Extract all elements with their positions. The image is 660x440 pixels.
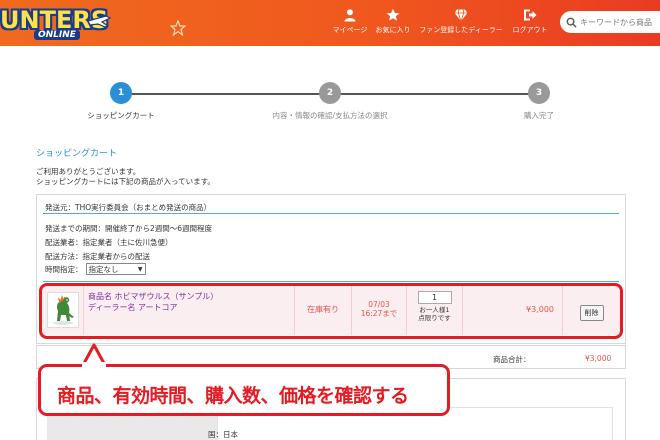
chevron-down-icon: ▼	[137, 265, 143, 273]
nav-favorites[interactable]: お気に入り	[371, 8, 415, 35]
intro-line-2: ショッピングカートには下記の商品が入っています。	[36, 177, 215, 186]
country-text: 国：日本	[208, 430, 238, 439]
nav-logout-label: ログアウト	[512, 26, 548, 34]
nav-mypage-label: マイページ	[332, 26, 368, 34]
shipping-divider	[43, 213, 619, 214]
star-icon	[386, 8, 400, 21]
logo-subtext: ONLINE	[34, 30, 80, 40]
search-input[interactable]	[580, 17, 660, 27]
search-icon	[566, 17, 577, 28]
shipping-time-row: 時間指定： 指定なし ▼	[45, 263, 146, 275]
callout-box: 商品、有効時間、購入数、価格を確認する	[38, 364, 450, 416]
shipping-carrier: 配送業者：指定業者（主に佐川急便）	[45, 238, 173, 247]
step-3-label: 購入完了	[524, 111, 554, 120]
shipping-origin: 発送元：THO実行委員会（おまとめ発送の商品）	[45, 203, 212, 212]
airplane-icon	[87, 15, 112, 28]
logout-icon	[524, 9, 537, 21]
nav-logout[interactable]: ログアウト	[505, 8, 555, 35]
nav-mypage[interactable]: マイページ	[330, 8, 370, 35]
step-1-circle: 1	[110, 82, 132, 104]
intro-line-1: ご利用ありがとうございます。	[36, 167, 141, 176]
total-value: ¥3,000	[585, 354, 612, 363]
shipping-divider-2	[43, 281, 619, 282]
star-decoration-icon	[170, 20, 186, 36]
highlight-frame	[39, 283, 623, 339]
step-1-label: ショッピングカート	[87, 111, 155, 120]
diamond-icon	[454, 9, 468, 22]
callout-text: 商品、有効時間、購入数、価格を確認する	[57, 385, 409, 407]
user-icon	[344, 9, 356, 22]
site-logo[interactable]: UNTERS ONLINE	[0, 2, 120, 44]
shipping-period: 発送までの期間：開催終了から2週間〜6週間程度	[45, 224, 213, 233]
time-select[interactable]: 指定なし ▼	[85, 263, 146, 275]
shipping-method: 配送方法：指定業者からの配送	[45, 252, 150, 261]
callout-joint	[82, 362, 106, 368]
step-2-label: 内容・情報の確認/支払方法の選択	[272, 111, 388, 120]
site-header: UNTERS ONLINE マイページ お気に入り ファン登録したディーラー ロ…	[0, 0, 660, 46]
total-label: 商品合計：	[493, 355, 531, 364]
step-3-circle: 3	[528, 82, 550, 104]
intro-text: ご利用ありがとうございます。 ショッピングカートには下記の商品が入っています。	[36, 167, 215, 187]
nav-fan-dealers-label: ファン登録したディーラー	[419, 26, 503, 34]
nav-fan-dealers[interactable]: ファン登録したディーラー	[418, 8, 504, 35]
lower-gray-panel	[47, 413, 217, 440]
nav-favorites-label: お気に入り	[375, 26, 411, 34]
time-label: 時間指定：	[45, 264, 83, 274]
time-select-value: 指定なし	[88, 264, 119, 274]
page-title: ショッピングカート	[36, 149, 118, 159]
step-2-circle: 2	[319, 82, 341, 104]
search-box[interactable]	[560, 11, 660, 33]
